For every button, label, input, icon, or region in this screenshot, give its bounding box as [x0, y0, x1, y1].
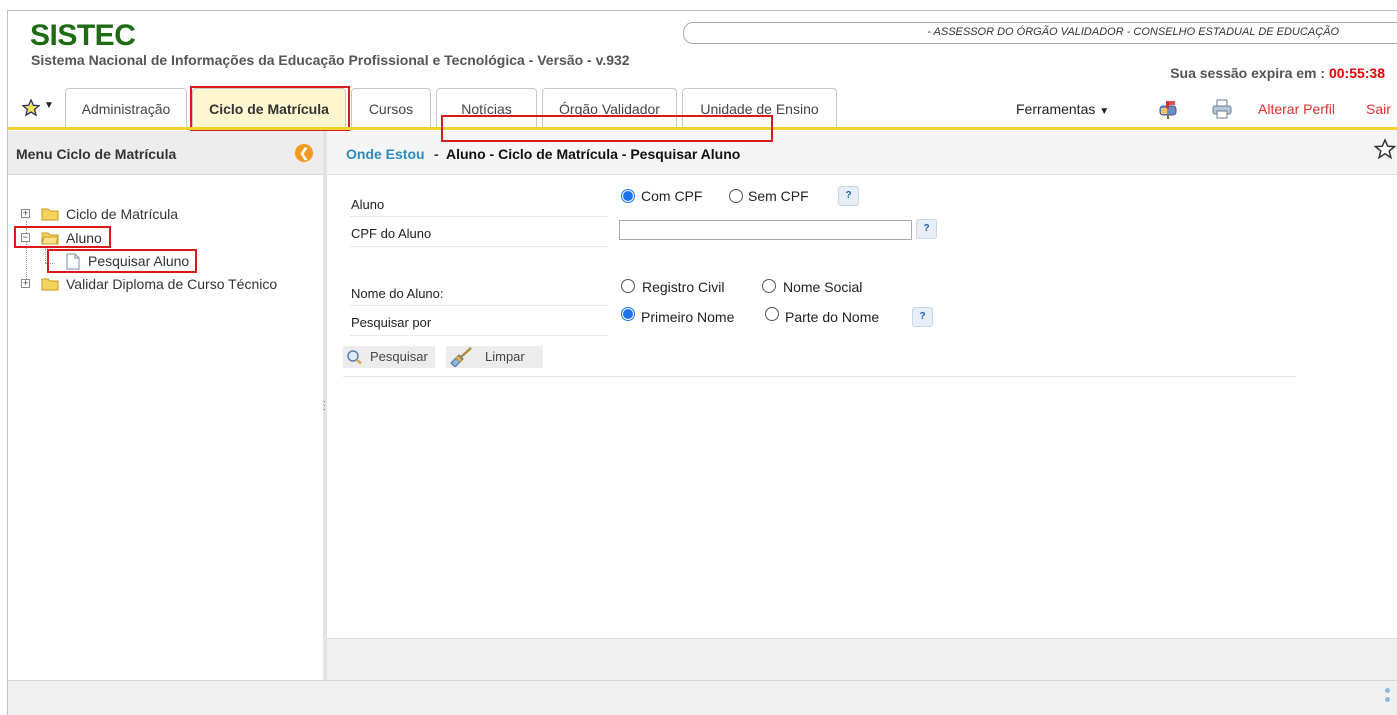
tab-cursos[interactable]: Cursos: [351, 88, 431, 127]
tools-caret-icon: ▼: [1099, 106, 1110, 117]
collapse-sidebar-icon[interactable]: ❮: [295, 144, 313, 162]
tools-label: Ferramentas: [1016, 101, 1096, 117]
user-role-box: - ASSESSOR DO ÓRGÃO VALIDADOR - CONSELHO…: [683, 22, 1397, 44]
logout-link[interactable]: Sair: [1366, 101, 1391, 117]
broom-icon: [450, 347, 472, 367]
parte-do-nome-radio[interactable]: [765, 307, 779, 321]
clear-button[interactable]: Limpar: [446, 346, 543, 368]
cpf-input[interactable]: [619, 220, 912, 240]
tab-underline: [8, 127, 1397, 130]
user-role-text: - ASSESSOR DO ÓRGÃO VALIDADOR - CONSELHO…: [927, 26, 1339, 38]
registro-civil-radio[interactable]: [621, 279, 635, 293]
tree-connector: [26, 221, 27, 283]
form-divider: [350, 216, 607, 217]
status-bar: [8, 680, 1397, 715]
folder-icon: [41, 278, 59, 291]
nome-label: Nome do Aluno:: [351, 286, 444, 301]
sem-cpf-radio[interactable]: [729, 189, 743, 203]
mailbox-icon[interactable]: [1157, 98, 1179, 120]
search-button-label: Pesquisar: [370, 349, 428, 364]
document-icon: [66, 253, 80, 270]
resize-grip-icon[interactable]: [1385, 688, 1393, 706]
parte-do-nome-label[interactable]: Parte do Nome: [785, 309, 879, 325]
breadcrumb-label[interactable]: Onde Estou: [346, 146, 425, 162]
tools-menu[interactable]: Ferramentas ▼: [1016, 101, 1109, 117]
search-button[interactable]: Pesquisar: [343, 346, 435, 368]
form-divider: [350, 335, 607, 336]
collapse-icon[interactable]: −: [21, 233, 30, 242]
form-bottom-divider: [343, 376, 1296, 377]
breadcrumb: Onde Estou - Aluno - Ciclo de Matrícula …: [327, 131, 1397, 175]
favorites-caret-icon[interactable]: ▼: [44, 100, 54, 111]
nome-social-radio[interactable]: [762, 279, 776, 293]
nome-social-label[interactable]: Nome Social: [783, 279, 862, 295]
system-subtitle: Sistema Nacional de Informações da Educa…: [31, 52, 630, 68]
tree-connector: [45, 263, 55, 264]
registro-civil-label[interactable]: Registro Civil: [642, 279, 724, 295]
help-search-by-icon[interactable]: ?: [912, 307, 933, 327]
sidebar-header: Menu Ciclo de Matrícula ❮: [8, 131, 323, 175]
favorites-star-icon[interactable]: [22, 99, 40, 117]
aluno-label: Aluno: [351, 197, 385, 212]
tab-noticias[interactable]: Notícias: [436, 88, 537, 127]
session-label: Sua sessão expira em :: [1170, 65, 1329, 81]
tree-item-pesquisar-aluno[interactable]: Pesquisar Aluno: [88, 251, 189, 271]
magnifier-icon: [347, 350, 362, 365]
content-footer: [327, 638, 1397, 680]
tree-connector: [45, 249, 46, 263]
help-cpf-icon[interactable]: ?: [916, 219, 937, 239]
expand-icon[interactable]: +: [21, 209, 30, 218]
form-divider: [350, 246, 607, 247]
clear-button-label: Limpar: [485, 349, 525, 364]
primeiro-nome-radio[interactable]: [621, 307, 635, 321]
tree-item-ciclo-de-matricula[interactable]: Ciclo de Matrícula: [66, 204, 178, 224]
tab-ciclo-de-matricula[interactable]: Ciclo de Matrícula: [192, 88, 346, 127]
com-cpf-label[interactable]: Com CPF: [641, 188, 702, 204]
tab-unidade-de-ensino[interactable]: Unidade de Ensino: [682, 88, 837, 127]
tab-administracao[interactable]: Administração: [65, 88, 187, 127]
splitter-grip-icon[interactable]: · · ·: [323, 398, 326, 414]
breadcrumb-path: Aluno - Ciclo de Matrícula - Pesquisar A…: [446, 146, 741, 162]
com-cpf-radio[interactable]: [621, 189, 635, 203]
help-cpf-type-icon[interactable]: ?: [838, 186, 859, 206]
tree-item-validar-diploma[interactable]: Validar Diploma de Curso Técnico: [66, 274, 277, 294]
print-icon[interactable]: [1211, 98, 1233, 120]
search-by-label: Pesquisar por: [351, 315, 432, 330]
sem-cpf-label[interactable]: Sem CPF: [748, 188, 809, 204]
change-profile-link[interactable]: Alterar Perfil: [1258, 101, 1335, 117]
bookmark-star-icon[interactable]: [1374, 138, 1396, 160]
breadcrumb-separator: -: [434, 146, 439, 162]
tab-orgao-validador[interactable]: Órgão Validador: [542, 88, 677, 127]
folder-icon: [41, 208, 59, 221]
folder-open-icon: [41, 232, 59, 245]
primeiro-nome-label[interactable]: Primeiro Nome: [641, 309, 734, 325]
session-timer: Sua sessão expira em : 00:55:38: [1170, 65, 1385, 81]
cpf-label: CPF do Aluno: [351, 226, 432, 241]
session-time: 00:55:38: [1328, 65, 1385, 81]
form-divider: [350, 305, 607, 306]
tree-item-aluno[interactable]: Aluno: [66, 228, 102, 248]
sidebar-title: Menu Ciclo de Matrícula: [16, 146, 177, 162]
expand-icon[interactable]: +: [21, 279, 30, 288]
sistec-logo: SISTEC: [30, 19, 136, 52]
